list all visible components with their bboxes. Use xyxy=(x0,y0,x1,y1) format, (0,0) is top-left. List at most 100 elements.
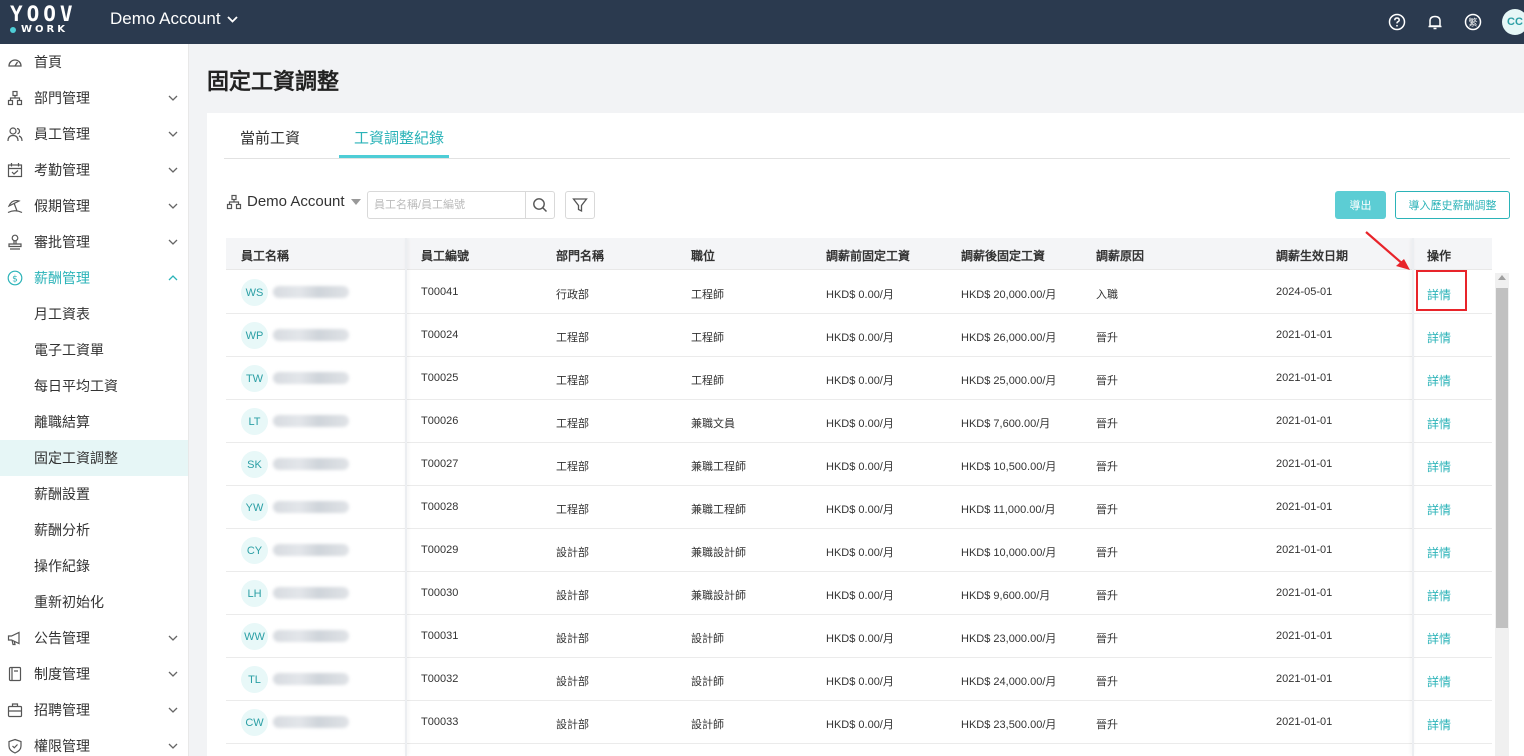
export-button[interactable]: 導出 xyxy=(1335,191,1386,219)
sidebar-subitem-final-settlement[interactable]: 離職結算 xyxy=(0,404,188,440)
sidebar-item-policy[interactable]: 制度管理 xyxy=(0,656,188,692)
calendar-check-icon xyxy=(7,163,23,178)
sidebar-item-attendance[interactable]: 考勤管理 xyxy=(0,152,188,188)
help-icon[interactable] xyxy=(1388,13,1406,31)
svg-text:$: $ xyxy=(12,275,18,285)
cell-reason: 晉升 xyxy=(1096,504,1118,516)
employee-avatar: WP xyxy=(241,322,268,349)
account-switcher[interactable]: Demo Account xyxy=(110,9,238,29)
details-link[interactable]: 詳情 xyxy=(1427,372,1451,389)
employee-avatar: TL xyxy=(241,666,268,693)
column-header-employee-name[interactable]: 員工名稱 xyxy=(241,247,289,264)
cell-before: HKD$ 0.00/月 xyxy=(826,504,894,516)
column-header-reason[interactable]: 調薪原因 xyxy=(1096,247,1144,264)
top-bar: YOOV WORK Demo Account 繁 CC xyxy=(0,0,1524,44)
sidebar-item-permission[interactable]: 權限管理 xyxy=(0,728,188,756)
employee-name-redacted xyxy=(273,716,349,728)
org-selector[interactable]: Demo Account xyxy=(226,193,361,210)
cell-after: HKD$ 9,600.00/月 xyxy=(961,590,1051,602)
sidebar-item-employee[interactable]: 員工管理 xyxy=(0,116,188,152)
sidebar-subitem-operation-log[interactable]: 操作紀錄 xyxy=(0,548,188,584)
column-header-salary-after[interactable]: 調薪後固定工資 xyxy=(961,247,1045,264)
table-row: LH T00030 設計部 兼職設計師 HKD$ 0.00/月 HKD$ 9,600.00… xyxy=(226,572,1492,615)
details-link[interactable]: 詳情 xyxy=(1427,630,1451,647)
column-header-employee-id[interactable]: 員工編號 xyxy=(421,247,469,264)
cell-id: T00025 xyxy=(421,372,459,384)
sidebar-item-home[interactable]: 首頁 xyxy=(0,44,188,80)
sidebar-subitem-fixed-salary-adjustment[interactable]: 固定工資調整 xyxy=(0,440,188,476)
table-row: LT T00026 工程部 兼職文員 HKD$ 0.00/月 HKD$ 7,600.00/… xyxy=(226,400,1492,443)
details-link[interactable]: 詳情 xyxy=(1427,458,1451,475)
cell-position: 兼職文員 xyxy=(691,418,735,430)
tab-current-salary[interactable]: 當前工資 xyxy=(240,127,300,148)
cell-position: 工程師 xyxy=(691,332,724,344)
cell-reason: 晉升 xyxy=(1096,418,1118,430)
details-link[interactable]: 詳情 xyxy=(1427,501,1451,518)
details-link[interactable]: 詳情 xyxy=(1427,415,1451,432)
cell-after: HKD$ 20,000.00/月 xyxy=(961,289,1057,301)
sidebar-subitem-daily-average-wage[interactable]: 每日平均工資 xyxy=(0,368,188,404)
sidebar-item-approval[interactable]: 審批管理 xyxy=(0,224,188,260)
sidebar-subitem-reinitialize[interactable]: 重新初始化 xyxy=(0,584,188,620)
cell-reason: 晉升 xyxy=(1096,633,1118,645)
sidebar-item-recruitment[interactable]: 招聘管理 xyxy=(0,692,188,728)
column-header-position[interactable]: 職位 xyxy=(691,247,715,264)
cell-reason: 晉升 xyxy=(1096,547,1118,559)
scrollbar-thumb[interactable] xyxy=(1496,288,1508,628)
details-link[interactable]: 詳情 xyxy=(1427,544,1451,561)
cell-after: HKD$ 7,600.00/月 xyxy=(961,418,1051,430)
cell-reason: 入職 xyxy=(1096,289,1118,301)
cell-id: T00030 xyxy=(421,587,459,599)
column-header-effective-date[interactable]: 調薪生效日期 xyxy=(1276,247,1348,264)
active-tab-indicator xyxy=(339,155,449,158)
details-link[interactable]: 詳情 xyxy=(1427,716,1451,733)
page-title: 固定工資調整 xyxy=(207,69,340,94)
cell-date: 2024-05-01 xyxy=(1276,286,1333,298)
search-input[interactable] xyxy=(367,191,526,219)
sidebar-subitem-monthly-payroll[interactable]: 月工資表 xyxy=(0,296,188,332)
sidebar-subitem-payroll-analysis[interactable]: 薪酬分析 xyxy=(0,512,188,548)
chevron-down-icon xyxy=(168,743,178,749)
sidebar-item-payroll[interactable]: $ 薪酬管理 xyxy=(0,260,188,296)
user-avatar[interactable]: CC xyxy=(1502,9,1524,35)
cell-position: 工程師 xyxy=(691,289,724,301)
notification-bell-icon[interactable] xyxy=(1426,13,1444,31)
filter-button[interactable] xyxy=(565,191,595,219)
app-logo[interactable]: YOOV WORK xyxy=(10,4,76,38)
tab-salary-adjustment-records[interactable]: 工資調整紀錄 xyxy=(354,127,444,148)
scroll-up-arrow[interactable] xyxy=(1498,275,1506,280)
import-history-button[interactable]: 導入歷史薪酬調整 xyxy=(1395,191,1510,219)
cell-before: HKD$ 0.00/月 xyxy=(826,590,894,602)
sidebar-subitem-payroll-settings[interactable]: 薪酬設置 xyxy=(0,476,188,512)
cell-id: T00029 xyxy=(421,544,459,556)
details-link[interactable]: 詳情 xyxy=(1427,329,1451,346)
sidebar-item-department[interactable]: 部門管理 xyxy=(0,80,188,116)
cell-position: 兼職設計師 xyxy=(691,590,746,602)
chevron-down-icon xyxy=(168,203,178,209)
chevron-down-icon xyxy=(226,15,238,23)
sidebar-item-leave[interactable]: 假期管理 xyxy=(0,188,188,224)
table-row: CW T00033 設計部 設計師 HKD$ 0.00/月 HKD$ 23,500.00/… xyxy=(226,701,1492,744)
details-link[interactable]: 詳情 xyxy=(1427,673,1451,690)
table-row: WP T00024 工程部 工程師 HKD$ 0.00/月 HKD$ 26,000.00/… xyxy=(226,314,1492,357)
language-icon[interactable]: 繁 xyxy=(1464,13,1482,31)
logo-text-bottom: WORK xyxy=(21,24,68,35)
cell-position: 設計師 xyxy=(691,633,724,645)
column-header-department[interactable]: 部門名稱 xyxy=(556,247,604,264)
cell-id: T00033 xyxy=(421,716,459,728)
table-row: CY T00029 設計部 兼職設計師 HKD$ 0.00/月 HKD$ 10,000.0… xyxy=(226,529,1492,572)
content-panel: 當前工資 工資調整紀錄 Demo Account 導出 導入歷史薪酬調整 員工名… xyxy=(207,113,1524,756)
search-button[interactable] xyxy=(525,191,555,219)
employee-avatar: CY xyxy=(241,537,268,564)
annotation-highlight-box xyxy=(1416,270,1467,311)
sidebar-subitem-payslip[interactable]: 電子工資單 xyxy=(0,332,188,368)
employee-avatar: LT xyxy=(241,408,268,435)
cell-dept: 設計部 xyxy=(556,590,589,602)
column-header-salary-before[interactable]: 調薪前固定工資 xyxy=(826,247,910,264)
details-link[interactable]: 詳情 xyxy=(1427,587,1451,604)
employee-avatar: TW xyxy=(241,365,268,392)
cell-reason: 晉升 xyxy=(1096,332,1118,344)
sidebar-item-announcement[interactable]: 公告管理 xyxy=(0,620,188,656)
cell-after: HKD$ 10,500.00/月 xyxy=(961,461,1057,473)
chevron-down-icon xyxy=(168,635,178,641)
